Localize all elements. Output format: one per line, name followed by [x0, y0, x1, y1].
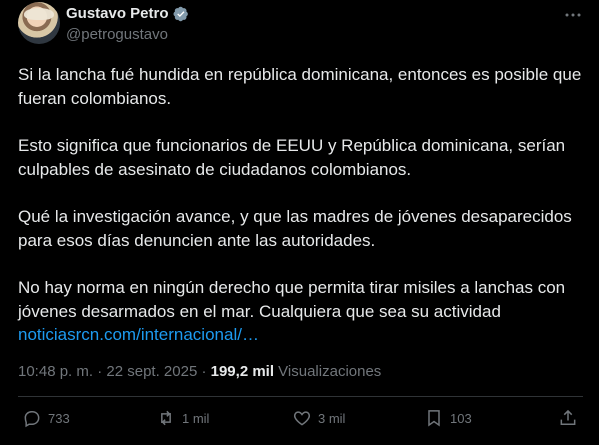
tweet-paragraph: Qué la investigación avance, y que las m… — [18, 207, 572, 250]
tweet-timestamp[interactable]: 10:48 p. m. · 22 sept. 2025 · — [18, 363, 211, 380]
tweet-meta: 10:48 p. m. · 22 sept. 2025 · 199,2 mil … — [18, 363, 381, 380]
verified-badge-icon — [173, 6, 188, 21]
views-count: 199,2 mil — [210, 363, 275, 380]
action-bar: 733 1 mil 3 mil 103 — [18, 408, 588, 436]
author-handle[interactable]: @petrogustavo — [66, 26, 189, 43]
tweet-link[interactable]: noticiasrcn.com/internacional/… — [18, 325, 259, 344]
more-options-icon[interactable] — [562, 4, 584, 26]
tweet-card: Gustavo Petro @petrogustavo Si la lancha… — [0, 0, 599, 445]
tweet-paragraph: No hay norma en ningún derecho que permi… — [18, 276, 583, 347]
tweet-header: Gustavo Petro @petrogustavo — [18, 2, 588, 46]
bookmark-count: 103 — [450, 410, 472, 426]
tweet-paragraph: Si la lancha fué hundida en república do… — [18, 65, 582, 108]
repost-button[interactable]: 1 mil — [156, 408, 209, 428]
avatar[interactable] — [18, 2, 60, 44]
repost-icon — [161, 410, 171, 426]
reply-icon — [24, 411, 40, 428]
reply-button[interactable]: 733 — [22, 408, 70, 428]
share-button[interactable] — [558, 408, 584, 428]
bookmark-icon — [428, 410, 440, 427]
repost-count: 1 mil — [182, 410, 210, 426]
tweet-text: Si la lancha fué hundida en república do… — [18, 63, 583, 347]
views-label: Visualizaciones — [274, 363, 382, 380]
reply-count: 733 — [48, 410, 70, 426]
tweet-paragraph: Esto significa que funcionarios de EEUU … — [18, 136, 566, 179]
bookmark-button[interactable]: 103 — [424, 408, 472, 428]
tweet-paragraph-text: No hay norma en ningún derecho que permi… — [18, 278, 566, 321]
like-button[interactable]: 3 mil — [292, 408, 345, 428]
like-count: 3 mil — [318, 410, 346, 426]
author-info: Gustavo Petro @petrogustavo — [66, 5, 189, 43]
share-icon — [560, 409, 576, 425]
author-display-name[interactable]: Gustavo Petro — [66, 5, 169, 22]
like-icon — [293, 411, 311, 426]
divider — [18, 396, 583, 397]
